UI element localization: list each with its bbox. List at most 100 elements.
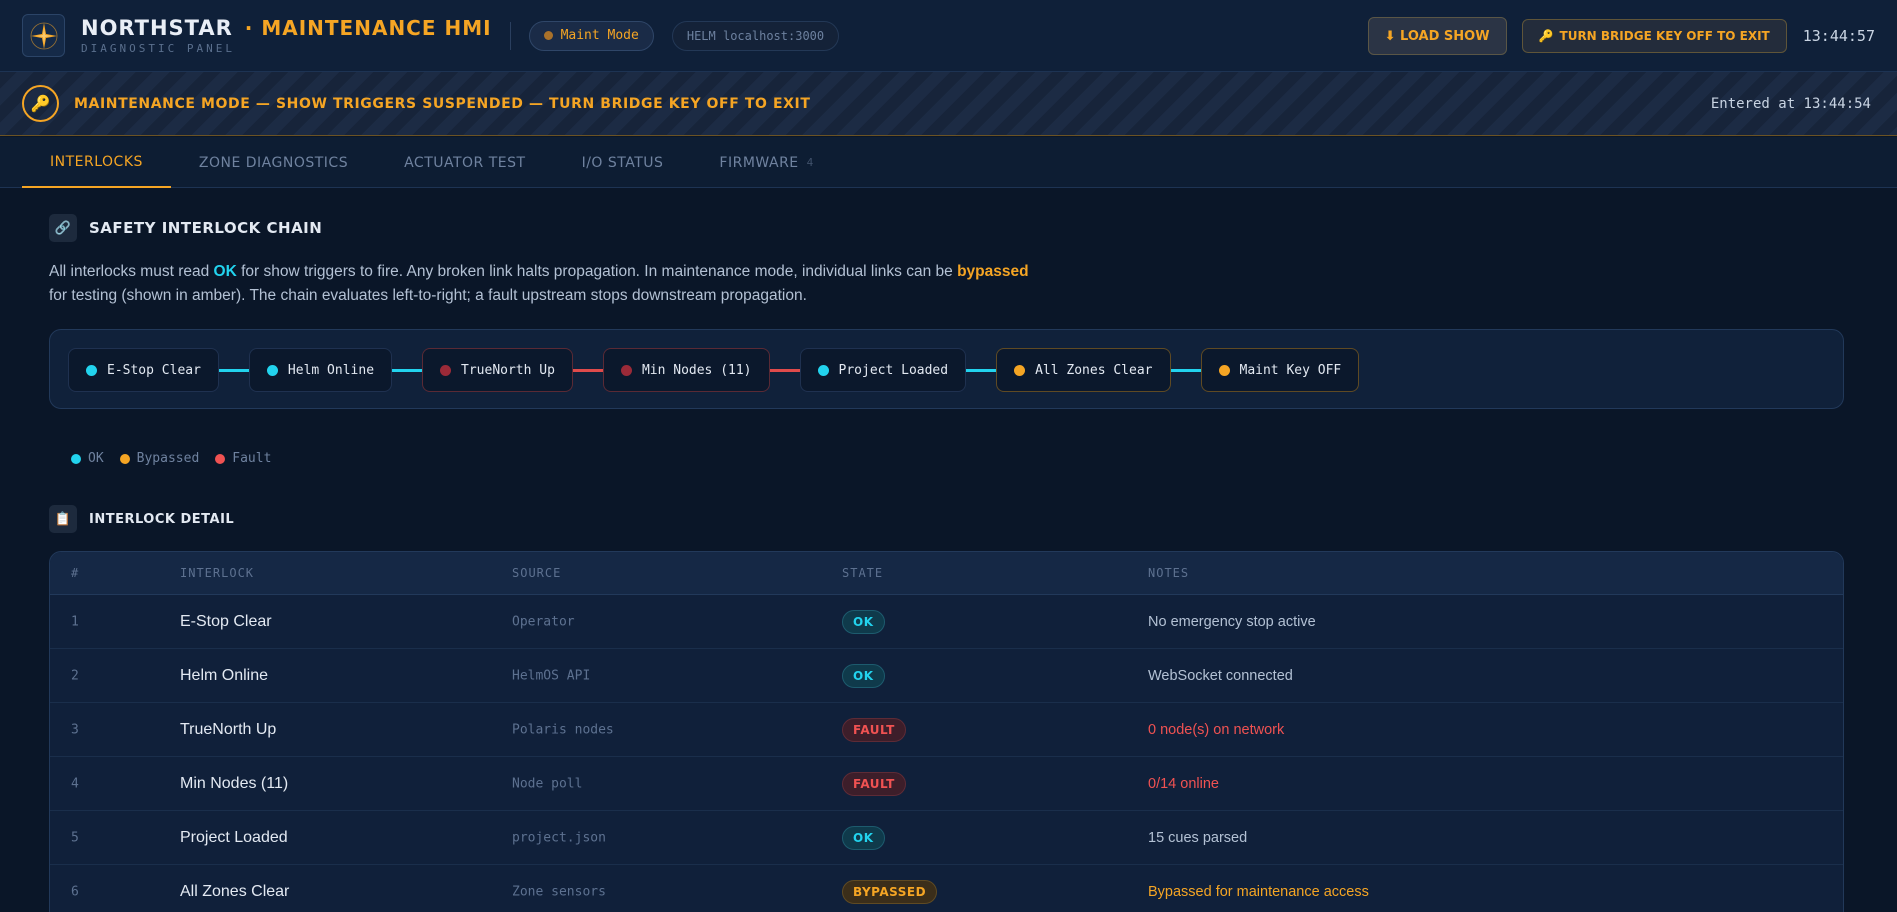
legend-dot [215,453,226,464]
chain-node-label: TrueNorth Up [461,362,555,378]
helm-pill-label: HELM localhost:3000 [686,28,825,43]
chain-node-label: Min Nodes (11) [641,362,752,378]
column-header: INTERLOCK [180,566,255,580]
row-number: 4 [71,776,79,791]
row-notes: 0 node(s) on network [1148,721,1285,738]
row-source: Polaris nodes [512,722,614,737]
desc-text: for show triggers to fire. Any broken li… [236,263,958,280]
turn-key-off-button[interactable]: 🔑 TURN BRIDGE KEY OFF TO EXIT [1521,19,1787,53]
mode-pill: Maint Mode [528,20,654,51]
detail-section-title: INTERLOCK DETAIL [89,511,235,527]
legend-label: Fault [232,451,272,466]
banner-message: MAINTENANCE MODE — SHOW TRIGGERS SUSPEND… [74,95,811,112]
header-divider [509,21,511,50]
status-badge: OK [842,663,885,688]
status-dot [620,364,632,376]
table-row[interactable]: 1 E-Stop Clear Operator OK No emergency … [50,595,1843,649]
legend-fault: Fault [215,451,271,466]
table-row[interactable]: 4 Min Nodes (11) Node poll FAULT 0/14 on… [50,757,1843,811]
row-source: Zone sensors [512,884,606,899]
tab-zone-diagnostics[interactable]: ZONE DIAGNOSTICS [171,137,376,188]
interlock-chain: E-Stop Clear Helm Online TrueNorth Up Mi… [68,348,1360,392]
column-header: SOURCE [512,566,562,580]
desc-text: All interlocks must read [49,263,214,280]
chain-legend: OK Bypassed Fault [71,451,271,466]
chain-link [769,368,800,372]
row-interlock: TrueNorth Up [180,720,277,738]
table-row[interactable]: 6 All Zones Clear Zone sensors BYPASSED … [50,865,1843,912]
column-header: NOTES [1148,566,1190,580]
status-dot [86,364,97,376]
row-number: 1 [71,614,79,629]
desc-ok-highlight: OK [213,263,237,280]
status-badge: OK [842,825,885,850]
chain-node-helm[interactable]: Helm Online [248,348,393,392]
legend-dot [119,453,130,464]
tab-io-status[interactable]: I/O STATUS [554,137,692,188]
chain-node-truenorth[interactable]: TrueNorth Up [422,348,573,392]
row-interlock: Min Nodes (11) [180,774,289,792]
table-row[interactable]: 2 Helm Online HelmOS API OK WebSocket co… [50,649,1843,703]
row-number: 5 [71,830,79,845]
table-row[interactable]: 3 TrueNorth Up Polaris nodes FAULT 0 nod… [50,703,1843,757]
row-source: project.json [512,830,606,845]
tab-actuator-test[interactable]: ACTUATOR TEST [376,137,553,188]
row-number: 2 [71,668,79,683]
row-notes: 0/14 online [1148,775,1219,792]
clipboard-icon: 📋 [49,505,77,533]
load-show-button[interactable]: ⬇ LOAD SHOW [1367,17,1507,55]
interlock-chain-panel: E-Stop Clear Helm Online TrueNorth Up Mi… [49,329,1844,409]
status-dot [817,364,829,376]
chain-node-min-nodes[interactable]: Min Nodes (11) [602,348,770,392]
chain-section-header: 🔗 SAFETY INTERLOCK CHAIN [49,214,322,242]
brand-name: NORTHSTAR [81,16,233,40]
row-number: 3 [71,722,79,737]
table-header: # INTERLOCK SOURCE STATE NOTES [50,552,1843,595]
legend-dot [71,453,81,464]
status-dot [266,364,278,376]
table-row[interactable]: 5 Project Loaded project.json OK 15 cues… [50,811,1843,865]
tab-count-badge: 4 [806,156,814,169]
row-interlock: Helm Online [180,666,269,684]
tab-firmware[interactable]: FIRMWARE 4 [691,137,841,188]
helm-connection-pill: HELM localhost:3000 [671,20,840,51]
legend-bypassed: Bypassed [119,451,199,466]
tab-bar: INTERLOCKS ZONE DIAGNOSTICS ACTUATOR TES… [0,137,1897,188]
chain-node-zones[interactable]: All Zones Clear [996,348,1171,392]
chain-link [392,368,423,372]
status-badge: OK [842,609,885,634]
legend-label: OK [88,451,104,466]
clock: 13:44:57 [1802,27,1875,45]
chain-description: All interlocks must read OK for show tri… [49,260,1029,308]
app-header: NORTHSTAR · MAINTENANCE HMI DIAGNOSTIC P… [0,0,1897,72]
tab-interlocks[interactable]: INTERLOCKS [22,137,171,188]
chain-node-label: All Zones Clear [1035,362,1153,378]
chain-node-project[interactable]: Project Loaded [799,348,967,392]
column-header: # [71,566,80,580]
tab-label: ACTUATOR TEST [404,154,526,171]
mode-pill-label: Maint Mode [560,28,639,43]
interlock-table: # INTERLOCK SOURCE STATE NOTES 1 E-Stop … [49,551,1844,912]
row-notes: 15 cues parsed [1148,829,1248,846]
row-interlock: E-Stop Clear [180,612,272,630]
status-dot [1218,364,1230,376]
chain-node-maint-key[interactable]: Maint Key OFF [1200,348,1360,392]
legend-ok: OK [71,451,104,466]
brand-tagline: DIAGNOSTIC PANEL [81,42,235,55]
chain-node-estop[interactable]: E-Stop Clear [68,348,219,392]
row-source: Node poll [512,776,583,791]
chain-node-label: Project Loaded [838,362,949,378]
tab-label: ZONE DIAGNOSTICS [198,154,349,171]
key-icon: 🔑 [22,85,59,122]
row-interlock: All Zones Clear [180,882,290,900]
row-source: Operator [512,614,575,629]
status-dot [440,364,452,376]
row-source: HelmOS API [512,668,591,683]
column-header: STATE [842,566,884,580]
status-badge: BYPASSED [842,879,938,904]
key-icon: 🔑 [1538,29,1554,43]
chain-link [572,368,603,372]
maintenance-banner: 🔑 MAINTENANCE MODE — SHOW TRIGGERS SUSPE… [0,72,1897,136]
chain-link [1170,368,1201,372]
desc-bypassed-highlight: bypassed [957,263,1029,280]
